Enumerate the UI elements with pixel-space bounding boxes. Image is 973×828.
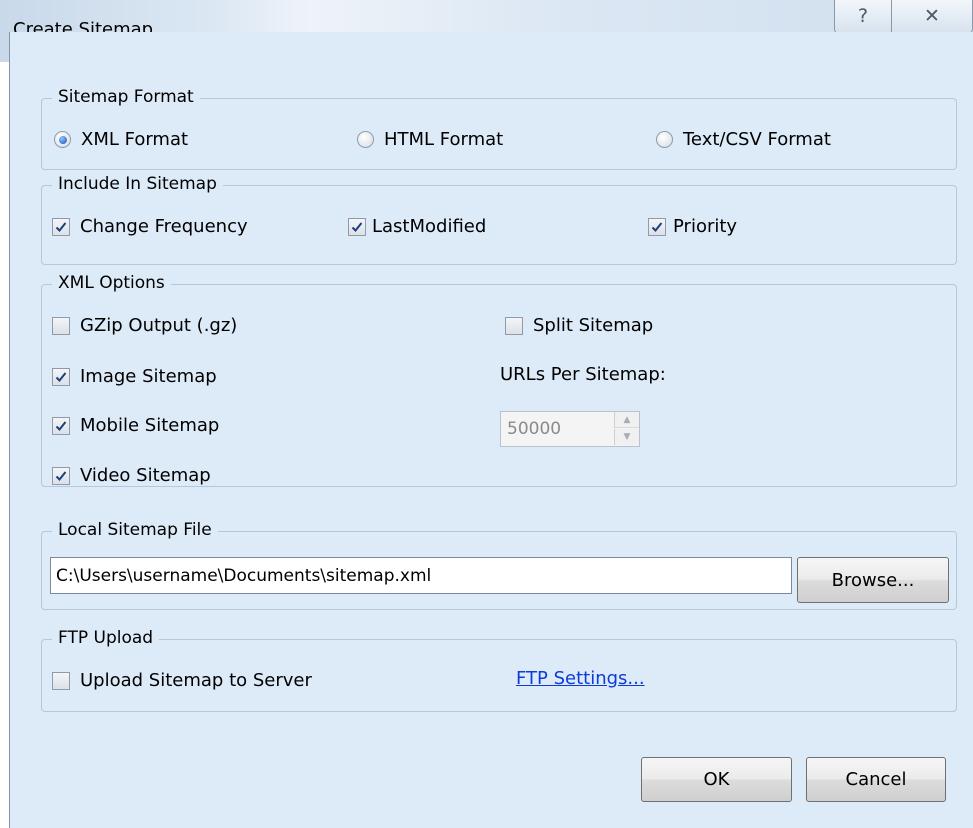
sitemap-path-input[interactable] xyxy=(50,557,792,594)
local-sitemap-file-legend: Local Sitemap File xyxy=(52,519,218,541)
checkbox-change-frequency[interactable]: Change Frequency xyxy=(52,216,248,237)
checkbox-video-sitemap[interactable]: Video Sitemap xyxy=(52,465,211,486)
ok-button[interactable]: OK xyxy=(641,757,792,802)
browse-button[interactable]: Browse... xyxy=(797,557,949,603)
checkbox-priority[interactable]: Priority xyxy=(648,216,737,237)
cancel-button[interactable]: Cancel xyxy=(806,757,946,802)
radio-selected-icon xyxy=(54,131,71,148)
spin-down-icon[interactable]: ▼ xyxy=(614,429,639,445)
radio-html-label: HTML Format xyxy=(384,129,504,150)
urls-per-sitemap-label: URLs Per Sitemap: xyxy=(500,364,666,385)
sitemap-format-legend: Sitemap Format xyxy=(52,86,200,108)
checkbox-unchecked-icon xyxy=(505,316,523,335)
radio-xml-format[interactable]: XML Format xyxy=(54,129,188,150)
close-button[interactable]: ✕ xyxy=(891,0,973,34)
radio-html-format[interactable]: HTML Format xyxy=(357,129,503,150)
split-sitemap-label: Split Sitemap xyxy=(533,315,654,336)
checkbox-unchecked-icon xyxy=(52,671,70,690)
close-icon: ✕ xyxy=(924,5,940,27)
urls-per-sitemap-spinner[interactable]: ▲ ▼ xyxy=(500,411,640,447)
checkbox-gzip-output[interactable]: GZip Output (.gz) xyxy=(52,315,237,336)
help-button[interactable]: ? xyxy=(834,0,892,34)
radio-text-csv-label: Text/CSV Format xyxy=(683,129,831,150)
help-icon: ? xyxy=(857,5,869,27)
ftp-settings-link[interactable]: FTP Settings... xyxy=(516,668,645,689)
checkbox-checked-icon xyxy=(348,217,366,236)
mobile-sitemap-label: Mobile Sitemap xyxy=(80,415,220,436)
gzip-output-label: GZip Output (.gz) xyxy=(80,315,238,336)
urls-per-sitemap-input[interactable] xyxy=(501,412,613,446)
image-sitemap-label: Image Sitemap xyxy=(80,366,217,387)
checkbox-last-modified[interactable]: LastModified xyxy=(348,216,486,237)
last-modified-label: LastModified xyxy=(372,216,487,237)
checkbox-split-sitemap[interactable]: Split Sitemap xyxy=(505,315,653,336)
priority-label: Priority xyxy=(673,216,738,237)
video-sitemap-label: Video Sitemap xyxy=(80,465,211,486)
checkbox-image-sitemap[interactable]: Image Sitemap xyxy=(52,366,217,387)
checkbox-checked-icon xyxy=(52,466,70,485)
include-in-sitemap-legend: Include In Sitemap xyxy=(52,173,223,195)
checkbox-checked-icon xyxy=(52,367,70,386)
change-frequency-label: Change Frequency xyxy=(80,216,248,237)
radio-xml-label: XML Format xyxy=(81,129,189,150)
radio-unselected-icon xyxy=(357,131,374,148)
radio-unselected-icon xyxy=(656,131,673,148)
checkbox-upload-sitemap[interactable]: Upload Sitemap to Server xyxy=(52,670,312,691)
xml-options-legend: XML Options xyxy=(52,272,171,294)
radio-text-csv-format[interactable]: Text/CSV Format xyxy=(656,129,831,150)
ftp-upload-legend: FTP Upload xyxy=(52,627,160,649)
checkbox-unchecked-icon xyxy=(52,316,70,335)
checkbox-mobile-sitemap[interactable]: Mobile Sitemap xyxy=(52,415,219,436)
title-buttons: ? ✕ xyxy=(834,0,973,34)
checkbox-checked-icon xyxy=(52,416,70,435)
checkbox-checked-icon xyxy=(52,217,70,236)
spin-up-icon[interactable]: ▲ xyxy=(614,412,639,428)
upload-sitemap-label: Upload Sitemap to Server xyxy=(80,670,312,691)
checkbox-checked-icon xyxy=(648,217,666,236)
